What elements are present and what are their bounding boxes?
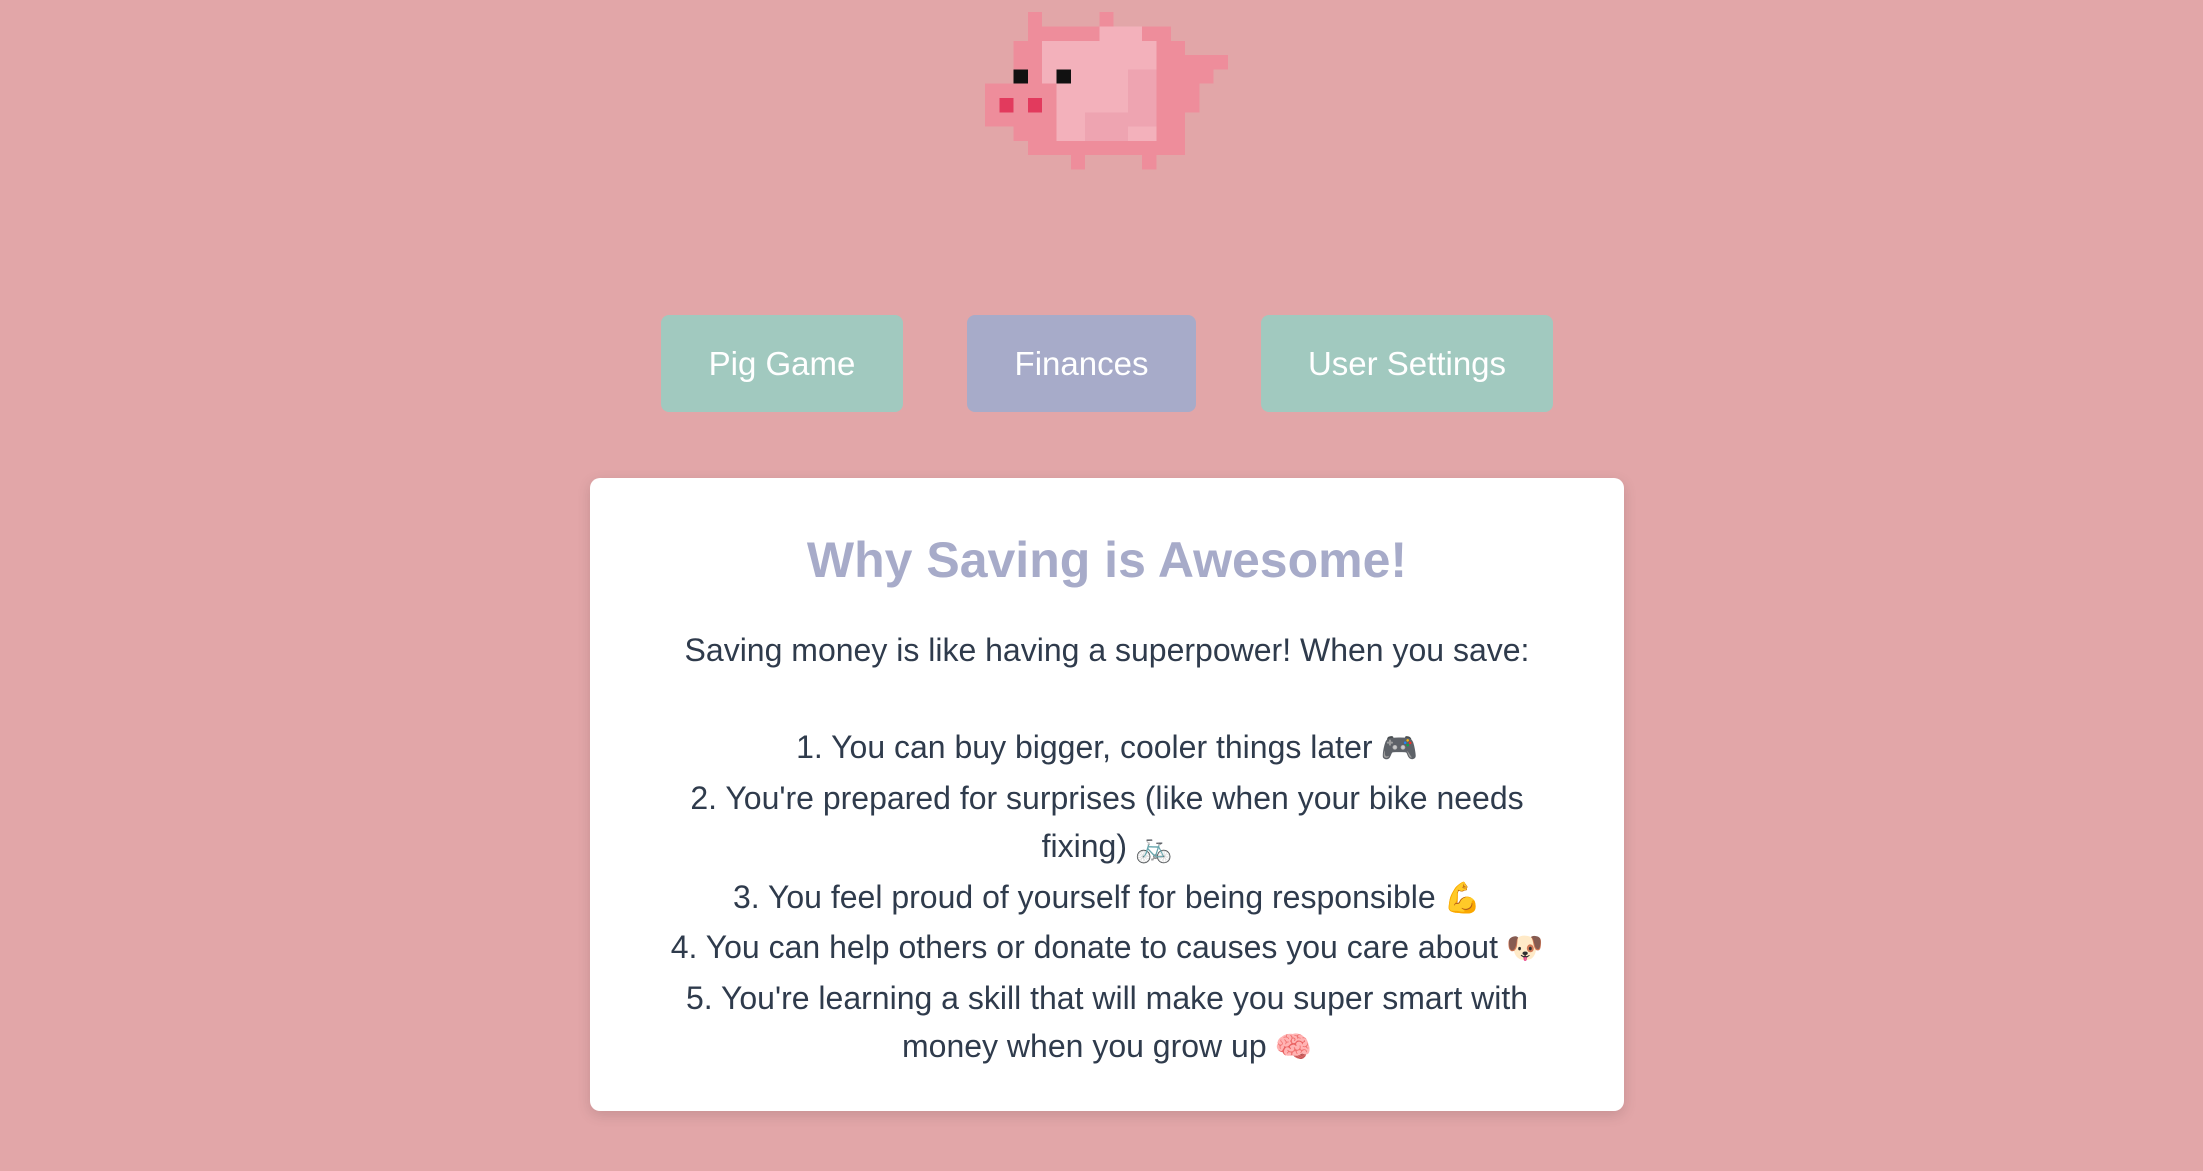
list-item: 4. You can help others or donate to caus…: [650, 923, 1564, 974]
main-nav: Pig Game Finances User Settings: [0, 315, 2203, 412]
bicycle-icon: 🚲: [1135, 831, 1173, 864]
tab-finances[interactable]: Finances: [967, 315, 1196, 412]
list-item-text: 1. You can buy bigger, cooler things lat…: [796, 729, 1373, 765]
list-item: 3. You feel proud of yourself for being …: [650, 873, 1564, 924]
list-item-text: 3. You feel proud of yourself for being …: [732, 878, 1436, 915]
savings-info-card: Why Saving is Awesome! Saving money is l…: [590, 478, 1624, 1111]
game-controller-icon: 🎮: [1380, 732, 1418, 765]
list-item-text: 4. You can help others or donate to caus…: [670, 929, 1498, 965]
benefits-list: 1. You can buy bigger, cooler things lat…: [650, 723, 1564, 1073]
tab-pig-game[interactable]: Pig Game: [661, 315, 903, 412]
brain-icon: 🧠: [1274, 1031, 1312, 1064]
card-intro: Saving money is like having a superpower…: [684, 632, 1530, 668]
list-item: 5. You're learning a skill that will mak…: [650, 974, 1564, 1073]
list-item-text: 2. You're prepared for surprises (like w…: [690, 779, 1524, 865]
list-item: 2. You're prepared for surprises (like w…: [650, 774, 1564, 873]
card-title: Why Saving is Awesome!: [806, 532, 1408, 588]
pig-logo: [985, 12, 1228, 184]
dog-face-icon: 🐶: [1505, 932, 1544, 965]
tab-user-settings[interactable]: User Settings: [1261, 315, 1553, 412]
list-item-text: 5. You're learning a skill that will mak…: [685, 979, 1529, 1065]
list-item: 1. You can buy bigger, cooler things lat…: [650, 723, 1564, 774]
flexed-arm-icon: 💪: [1443, 881, 1482, 915]
pig-icon: [985, 12, 1228, 170]
card-body: Saving money is like having a superpower…: [590, 626, 1624, 1073]
